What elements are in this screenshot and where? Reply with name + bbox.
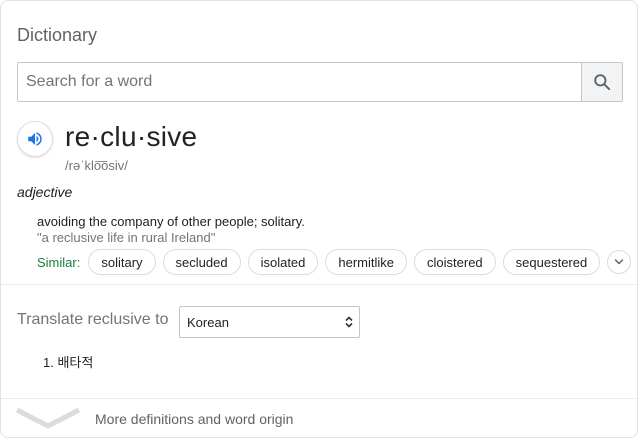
select-arrows-icon: [345, 316, 353, 328]
translate-label: Translate reclusive to: [17, 311, 169, 328]
language-select[interactable]: Korean: [179, 306, 360, 338]
search-input[interactable]: [18, 63, 581, 101]
synonym-chip[interactable]: secluded: [162, 249, 241, 275]
usage-example: "a reclusive life in rural Ireland": [37, 230, 216, 245]
search-icon: [594, 74, 611, 91]
search-button[interactable]: [581, 63, 622, 101]
synonym-chip[interactable]: cloistered: [414, 249, 496, 275]
speaker-icon: [28, 132, 42, 146]
search-bar: [17, 62, 623, 102]
part-of-speech: adjective: [17, 184, 73, 200]
synonym-chip[interactable]: isolated: [247, 249, 319, 275]
more-definitions-link[interactable]: More definitions and word origin: [1, 399, 637, 437]
more-definitions-label: More definitions and word origin: [95, 411, 294, 427]
synonym-chip[interactable]: sequestered: [502, 249, 601, 275]
translation-result: 1. 배타적: [43, 355, 94, 370]
dictionary-card: Dictionary re·clu·sive /rəˈklo͞osiv/ adj…: [0, 0, 638, 438]
definition: avoiding the company of other people; so…: [37, 214, 305, 229]
similar-words-row: Similar: solitary secluded isolated herm…: [37, 249, 632, 275]
panel-title: Dictionary: [17, 25, 98, 45]
chevron-down-icon: [614, 259, 624, 265]
chevron-down-icon: [15, 407, 81, 429]
selected-language: Korean: [187, 314, 229, 330]
synonym-chip[interactable]: hermitlike: [325, 249, 408, 275]
expand-synonyms-button[interactable]: [607, 250, 632, 274]
synonym-chip[interactable]: solitary: [88, 249, 156, 275]
headword: re·clu·sive: [65, 121, 198, 152]
pronunciation-audio-button[interactable]: [17, 121, 53, 157]
section-divider: [1, 284, 637, 285]
phonetic-spelling: /rəˈklo͞osiv/: [65, 158, 128, 173]
similar-label: Similar:: [37, 254, 81, 270]
